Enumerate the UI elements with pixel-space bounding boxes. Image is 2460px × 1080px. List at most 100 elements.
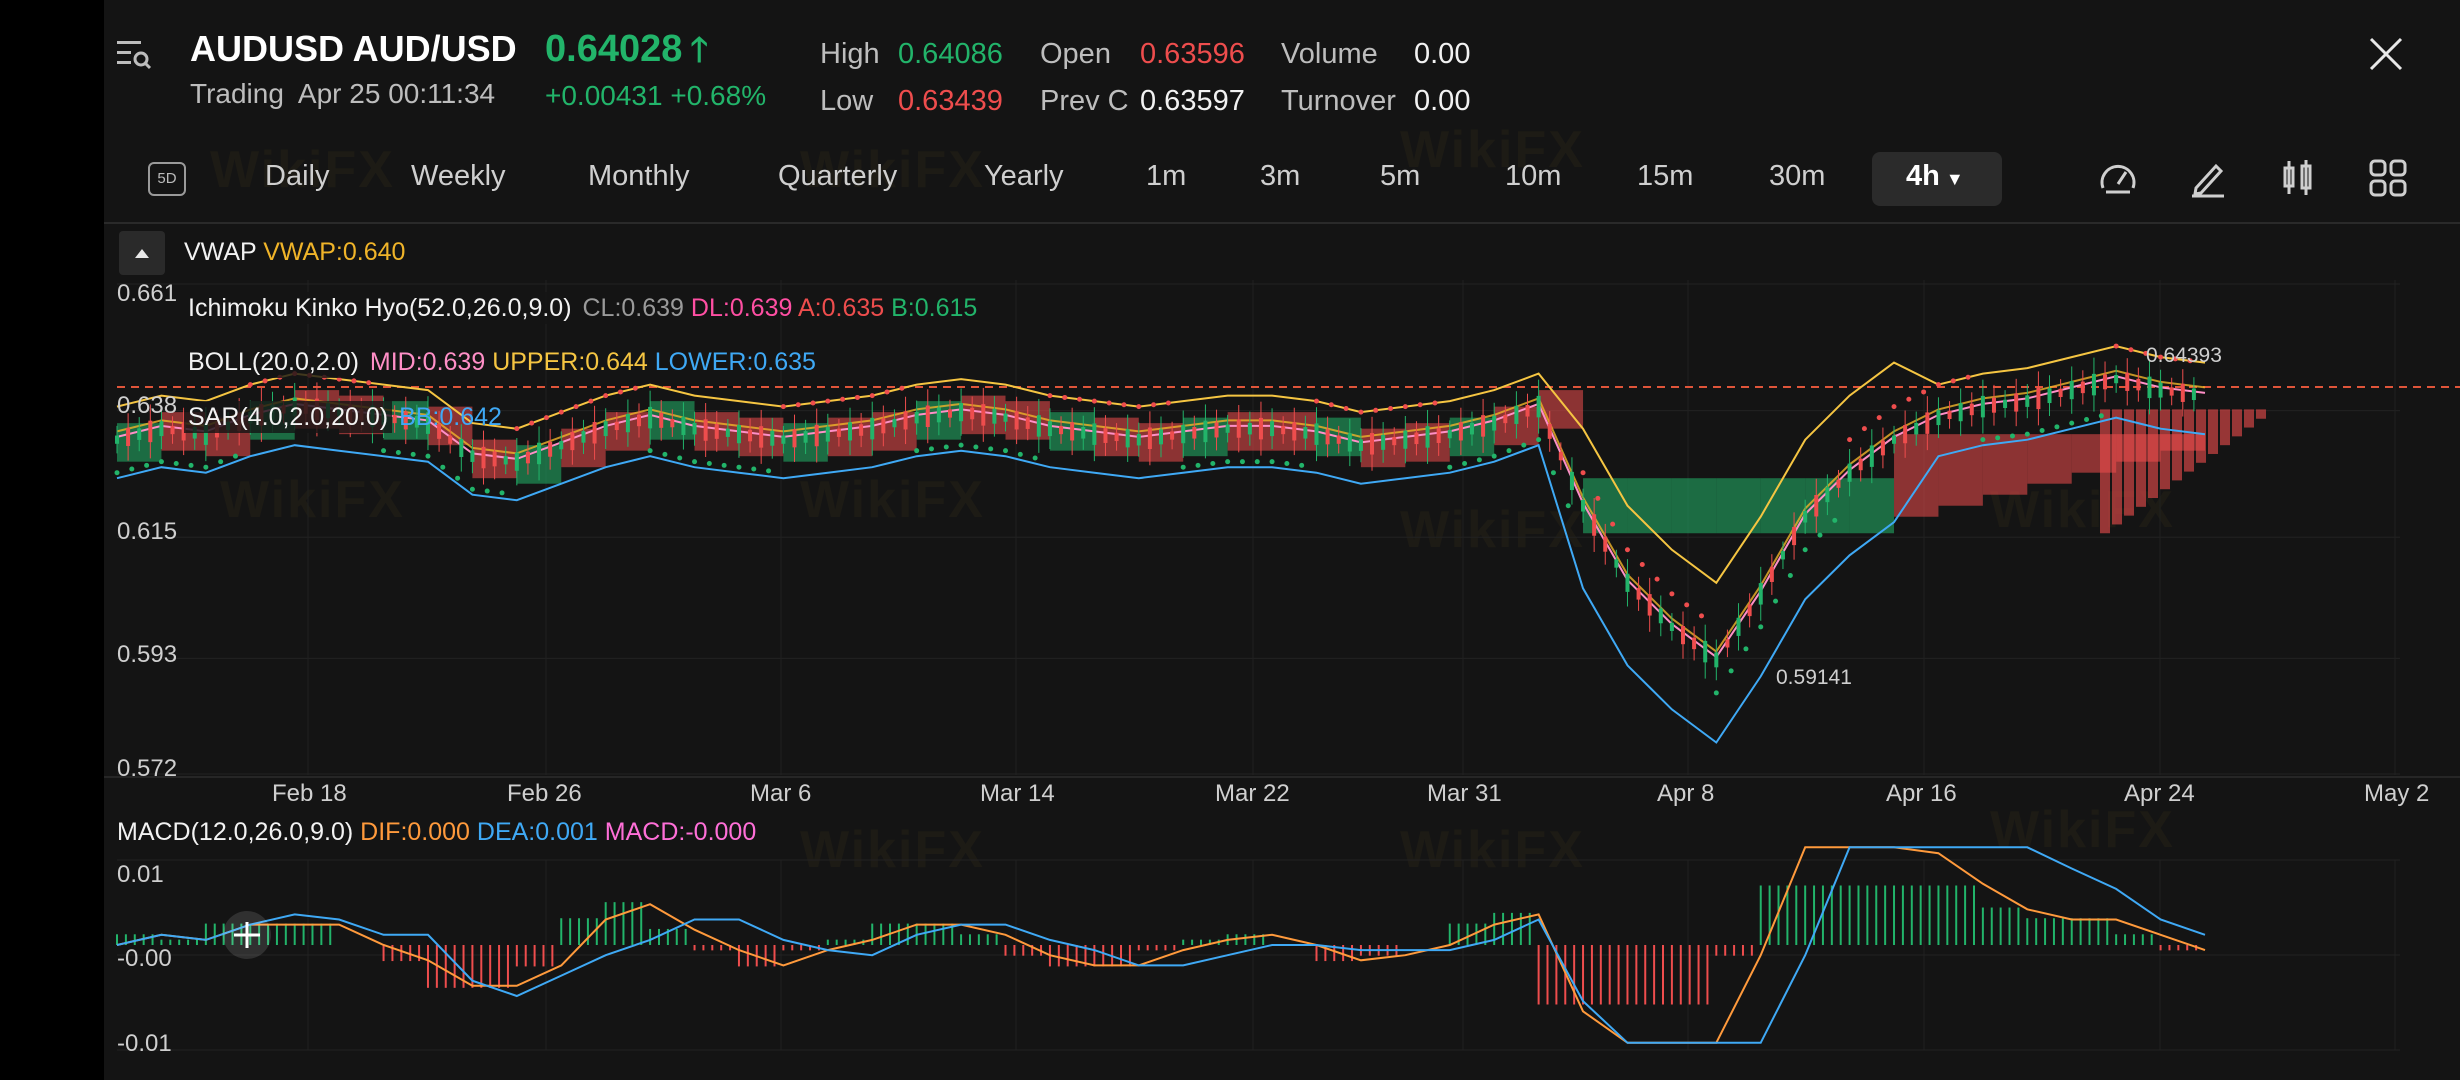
candle-body	[859, 424, 864, 436]
ichimoku-cloud-segment	[1538, 390, 1584, 429]
sar-dot	[766, 468, 772, 474]
price-axis-label: 0.661	[117, 280, 178, 307]
candle-body	[2047, 388, 2052, 404]
sar-dot	[1669, 591, 1675, 597]
candle-body	[848, 422, 853, 441]
price-axis-label: 0.615	[117, 518, 178, 545]
sar-dot	[529, 420, 535, 426]
ichimoku-cloud-forward	[2124, 409, 2134, 516]
sar-dot	[469, 486, 475, 492]
ichimoku-cloud-forward	[2160, 409, 2170, 490]
ichimoku-cloud-forward	[2112, 409, 2122, 525]
sar-dot	[1225, 459, 1231, 465]
price-chart[interactable]	[0, 0, 2460, 1080]
sar-dot	[1476, 457, 1482, 463]
sar-dot	[943, 444, 949, 450]
candle-body	[1403, 430, 1408, 449]
candle-body	[1203, 420, 1208, 443]
candle-body	[1103, 428, 1108, 443]
sar-dot	[1550, 470, 1556, 476]
ichimoku-cloud-forward	[2172, 409, 2182, 481]
sar-dot	[1817, 532, 1823, 538]
collapse-indicators-button[interactable]	[119, 231, 165, 275]
candle-body	[1536, 395, 1541, 418]
sar-dot	[1388, 405, 1394, 411]
candle-body	[1825, 487, 1830, 503]
candle-body	[1414, 432, 1419, 445]
sar-dot	[810, 400, 816, 406]
candle-body	[992, 408, 997, 424]
ichimoku-cloud-forward	[2244, 409, 2254, 428]
candle-body	[1669, 622, 1674, 631]
sar-dot	[706, 461, 712, 467]
high-marker-label: 0.64393	[2146, 344, 2222, 367]
candle-body	[1592, 514, 1597, 536]
sar-dot	[1935, 382, 1941, 388]
sar-dot	[218, 459, 224, 465]
date-axis-label: Apr 16	[1886, 780, 1957, 807]
sar-dot	[973, 444, 979, 450]
sar-dot	[1343, 405, 1349, 411]
candle-body	[1214, 422, 1219, 438]
candle-body	[2080, 381, 2085, 394]
candle-body	[503, 456, 508, 465]
sar-dot	[1832, 517, 1838, 523]
ichimoku-name: Ichimoku Kinko Hyo(52.0,26.0,9.0)	[184, 292, 576, 324]
boll-upper: UPPER:0.644	[492, 348, 648, 376]
sar-dot	[1728, 668, 1734, 674]
ichimoku-cloud-forward	[2220, 409, 2230, 446]
sar-dot	[914, 448, 920, 454]
candle-body	[1036, 415, 1041, 437]
candle-body	[1847, 463, 1852, 482]
candle-body	[959, 403, 964, 422]
sar-dot	[1195, 462, 1201, 468]
candle-body	[981, 404, 986, 426]
candle-body	[1769, 567, 1774, 582]
candle-body	[170, 425, 175, 435]
candle-body	[1947, 410, 1952, 420]
candle-body	[159, 421, 164, 437]
date-axis-label: May 2	[2364, 780, 2430, 807]
sar-dot	[1121, 402, 1127, 408]
candle-body	[1136, 433, 1141, 446]
sar-dot	[1624, 547, 1630, 553]
sar-dot	[1847, 437, 1853, 443]
candle-body	[1370, 433, 1375, 455]
candle-body	[2114, 374, 2119, 384]
candle-body	[1047, 421, 1052, 437]
sar-dot	[1417, 402, 1423, 408]
candle-body	[759, 426, 764, 448]
candle-body	[1192, 427, 1197, 439]
ichimoku-cloud-segment	[1671, 478, 1717, 534]
sar-dot	[484, 488, 490, 494]
sar-dot	[928, 446, 934, 452]
sar-dot	[1091, 398, 1097, 404]
candle-body	[1225, 424, 1230, 433]
crosshair-plus-icon[interactable]	[222, 910, 272, 960]
sar-dot	[381, 448, 387, 454]
candle-body	[470, 450, 475, 462]
sar-dot	[869, 393, 875, 399]
sar-dot	[1595, 495, 1601, 501]
sar-dot	[988, 446, 994, 452]
sar-dot	[1654, 576, 1660, 582]
candle-body	[1925, 412, 1930, 434]
candle-body	[1980, 395, 1985, 418]
candle-body	[1025, 417, 1030, 429]
candle-body	[1880, 440, 1885, 456]
candle-body	[1958, 403, 1963, 422]
ichimoku-cloud-segment	[1849, 478, 1895, 534]
sar-dot	[1077, 396, 1083, 402]
vwap-legend: VWAP VWAP:0.640	[184, 238, 405, 267]
candle-body	[637, 414, 641, 427]
price-axis-label: 0.572	[117, 755, 178, 782]
candle-body	[1292, 422, 1297, 441]
candle-body	[1469, 422, 1474, 435]
candle-body	[1914, 422, 1919, 435]
sar-dot	[617, 389, 623, 395]
candle-body	[2025, 395, 2030, 407]
candle-body	[892, 419, 897, 428]
sar-dot	[958, 442, 964, 448]
candle-body	[1569, 471, 1574, 491]
sar-dot	[2128, 347, 2134, 353]
